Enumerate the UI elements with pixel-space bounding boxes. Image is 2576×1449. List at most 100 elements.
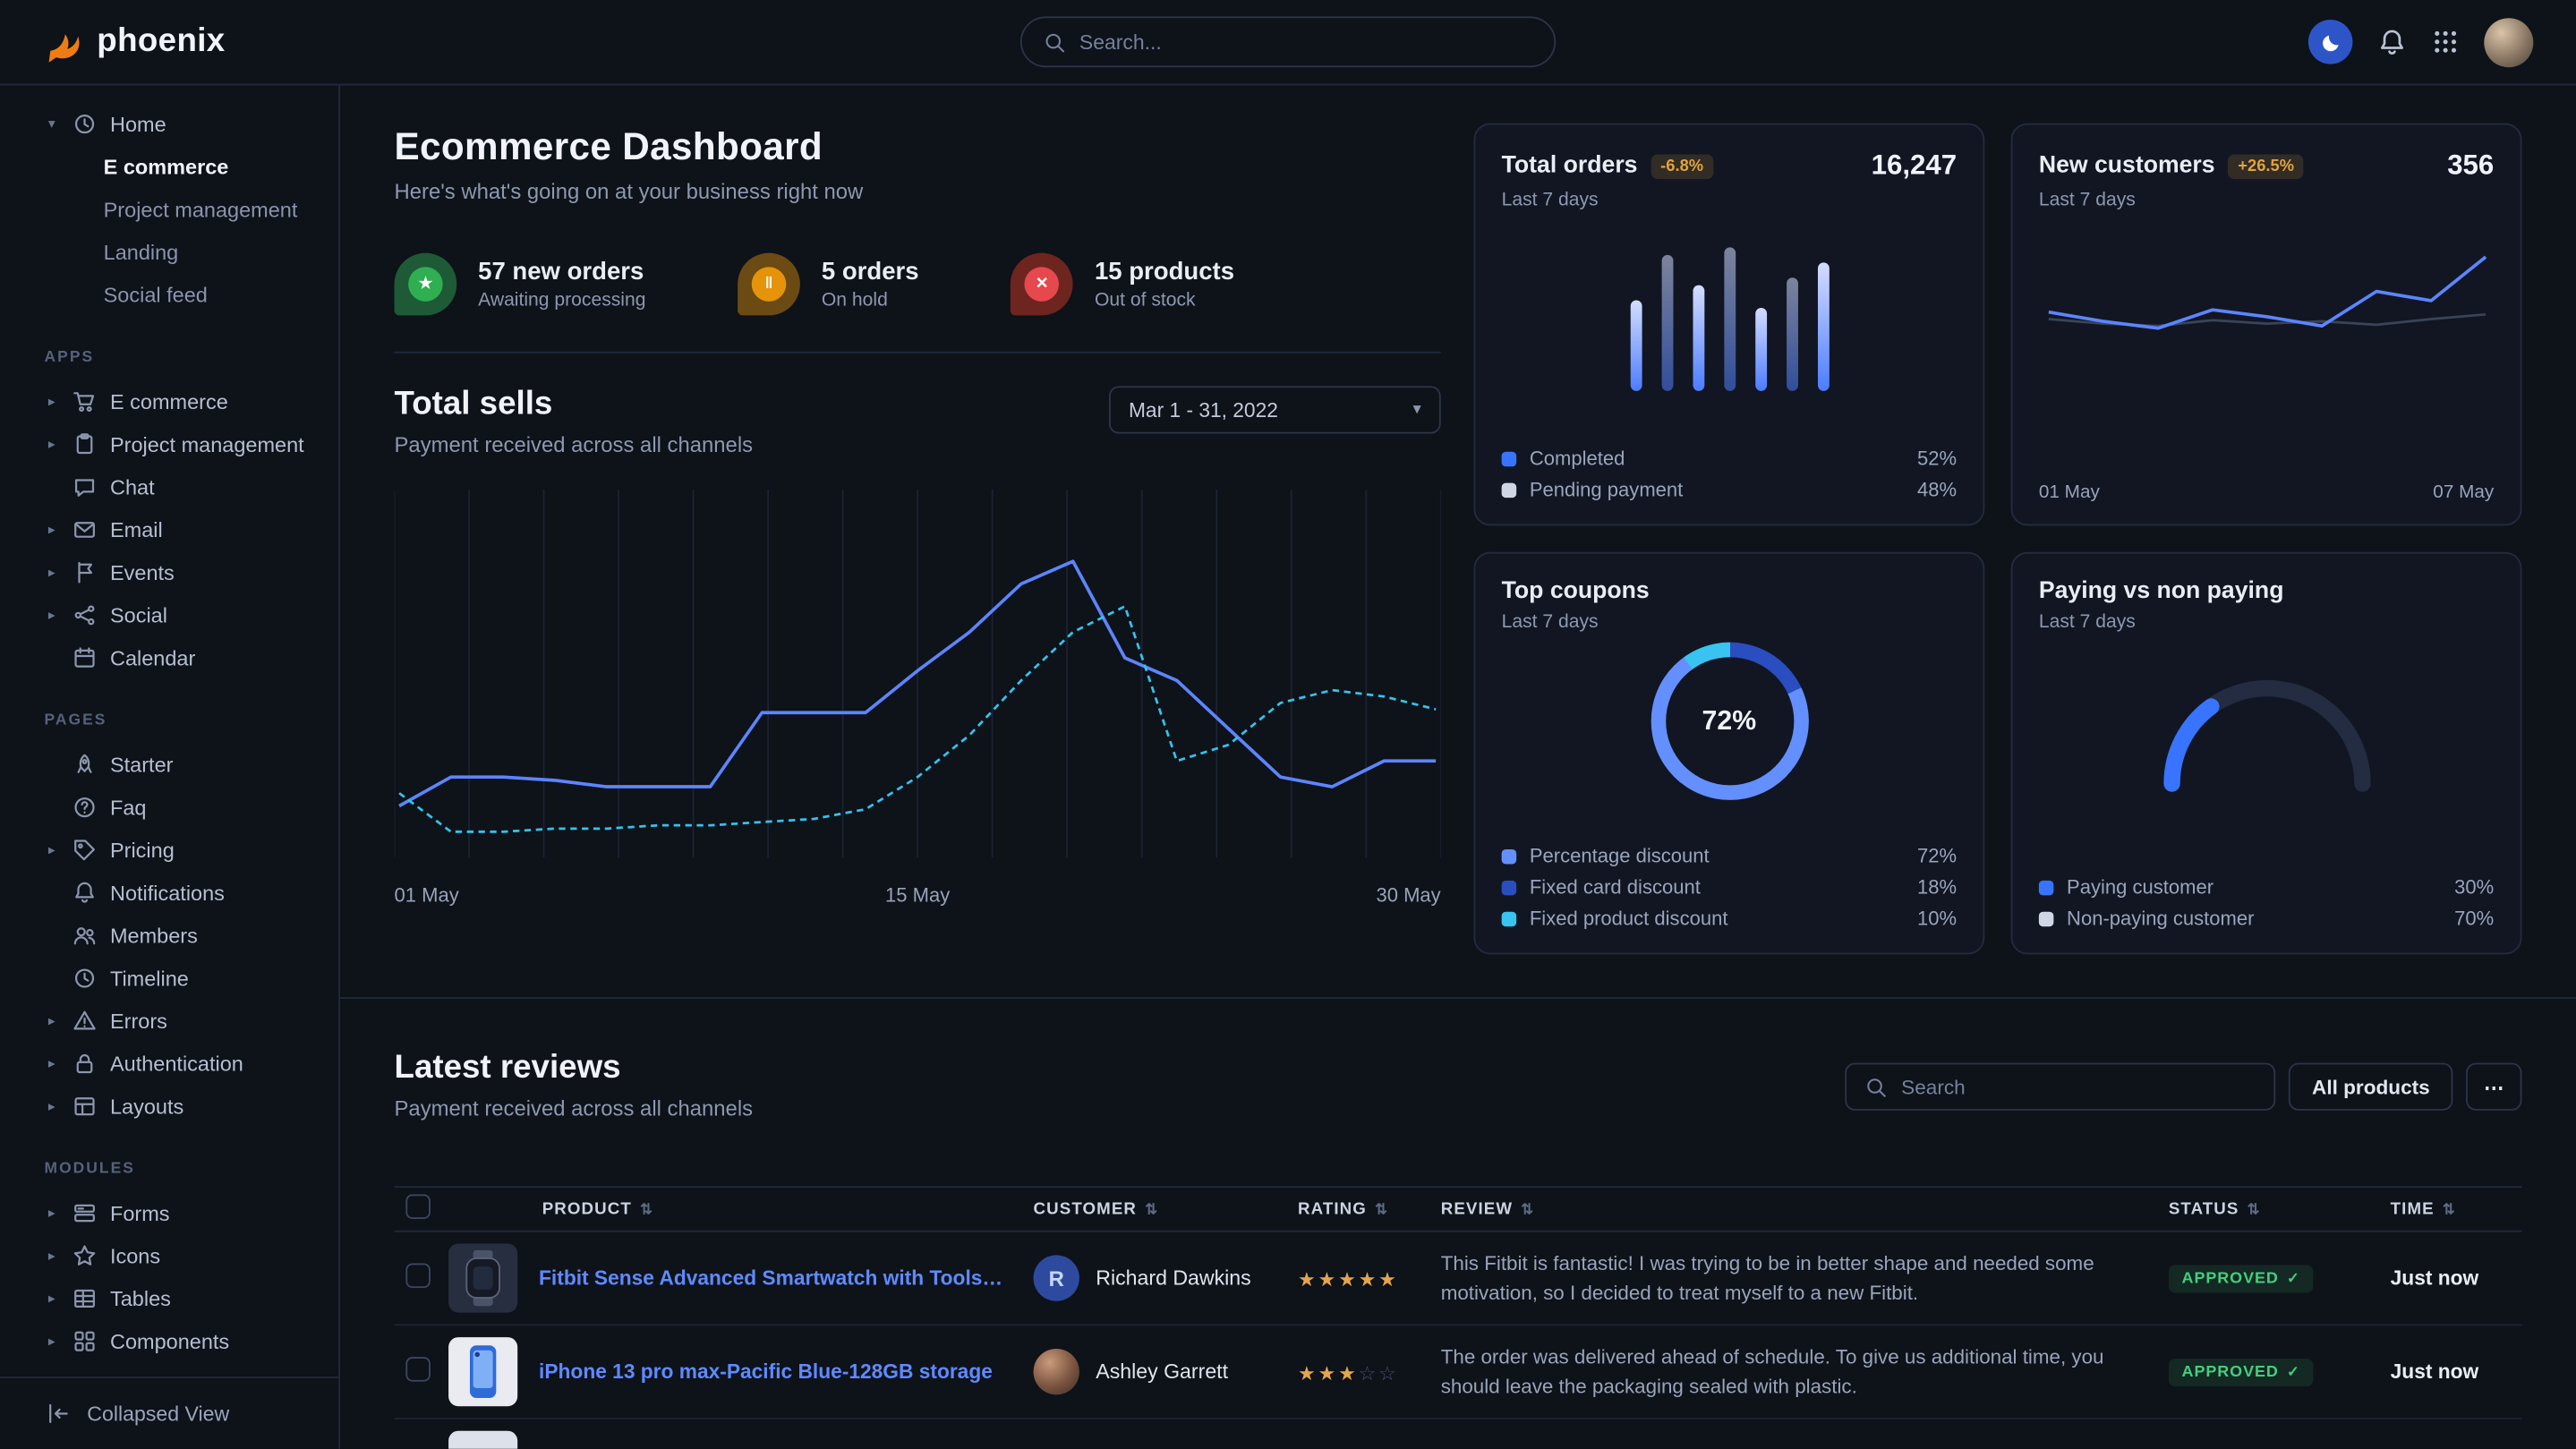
sidebar-item-layouts[interactable]: ▸Layouts xyxy=(0,1084,338,1127)
stat-value: 57 new orders xyxy=(478,258,645,286)
legend-swatch xyxy=(2039,911,2054,926)
sidebar-item-email[interactable]: ▸Email xyxy=(0,507,338,550)
stat-caption: On hold xyxy=(822,291,919,311)
apps-grid-icon xyxy=(2432,28,2460,55)
sort-icon: ⇅ xyxy=(2248,1200,2261,1218)
legend-label: Fixed product discount xyxy=(1530,907,1728,930)
sidebar-item-components[interactable]: ▸Components xyxy=(0,1319,338,1362)
caret-icon: ▸ xyxy=(45,840,60,858)
star-icon: ★ xyxy=(1318,1361,1339,1385)
apps-menu-button[interactable] xyxy=(2432,28,2460,55)
row-checkbox[interactable] xyxy=(405,1357,431,1382)
user-avatar[interactable] xyxy=(2484,17,2533,66)
sidebar-item-notifications[interactable]: Notifications xyxy=(0,871,338,914)
reviews-search[interactable] xyxy=(1846,1063,2276,1111)
legend-value: 10% xyxy=(1917,907,1957,930)
status-badge: APPROVED✓ xyxy=(2169,1359,2314,1386)
total-sells-chart xyxy=(395,486,1441,869)
table-header: PRODUCT⇅CUSTOMER⇅RATING⇅REVIEW⇅STATUS ⇅ TI… xyxy=(395,1186,2522,1232)
warning-icon xyxy=(73,1008,98,1033)
collapsed-view-toggle[interactable]: Collapsed View xyxy=(0,1377,338,1449)
notifications-button[interactable] xyxy=(2377,27,2407,56)
product-link[interactable]: Fitbit Sense Advanced Smartwatch with To… xyxy=(539,1266,1007,1290)
select-all-checkbox[interactable] xyxy=(405,1194,431,1219)
product-link[interactable]: iPhone 13 pro max-Pacific Blue-128GB sto… xyxy=(539,1360,993,1384)
sidebar-item-events[interactable]: ▸Events xyxy=(0,550,338,593)
column-label: STATUS xyxy=(2169,1200,2239,1218)
sidebar-item-social[interactable]: ▸Social xyxy=(0,593,338,636)
sidebar-subitem-landing[interactable]: Landing xyxy=(0,230,338,273)
sidebar-item-label: Layouts xyxy=(110,1094,183,1119)
all-products-button[interactable]: All products xyxy=(2289,1063,2452,1111)
date-range-select[interactable]: Mar 1 - 31, 2022 ▾ xyxy=(1109,386,1441,433)
sidebar-item-faq[interactable]: Faq xyxy=(0,785,338,828)
table-row-1: Fitbit Sense Advanced Smartwatch with To… xyxy=(395,1232,2522,1326)
x-axis-labels: 01 May07 May xyxy=(2039,483,2494,503)
customer-name: Ashley Garrett xyxy=(1096,1360,1228,1384)
sidebar-item-members[interactable]: Members xyxy=(0,914,338,957)
column-header-status[interactable]: STATUS ⇅ xyxy=(2169,1200,2391,1218)
caret-icon: ▸ xyxy=(45,1011,60,1029)
column-header-time[interactable]: TIME⇅ xyxy=(2391,1200,2522,1218)
legend-label: Percentage discount xyxy=(1530,844,1710,867)
star-icon: ★ xyxy=(1338,1361,1359,1385)
cart-icon xyxy=(73,388,98,413)
brand[interactable]: phoenix xyxy=(43,21,226,63)
global-search-input[interactable] xyxy=(1079,30,1533,54)
sidebar-item-icons[interactable]: ▸Icons xyxy=(0,1233,338,1276)
sidebar-subitem-project-management[interactable]: Project management xyxy=(0,187,338,230)
sidebar-item-label: Members xyxy=(110,923,198,948)
bell-icon xyxy=(2377,27,2407,56)
sidebar-item-calendar[interactable]: Calendar xyxy=(0,635,338,678)
column-header-customer[interactable]: CUSTOMER⇅ xyxy=(1034,1200,1299,1218)
orders-legend: Completed52%Pending payment48% xyxy=(1502,445,1957,502)
sidebar-item-home[interactable]: ▾Home xyxy=(0,102,338,145)
sidebar-item-forms[interactable]: ▸Forms xyxy=(0,1191,338,1234)
sidebar-item-project-management[interactable]: ▸Project management xyxy=(0,422,338,465)
latest-reviews-section: Latest reviews Payment received across a… xyxy=(395,1050,2522,1449)
card-period: Last 7 days xyxy=(2039,191,2494,210)
total-sells-subtitle: Payment received across all channels xyxy=(395,432,754,457)
column-header-rating[interactable]: RATING⇅ xyxy=(1298,1200,1441,1218)
legend-value: 30% xyxy=(2454,875,2494,899)
sidebar-item-timeline[interactable]: Timeline xyxy=(0,956,338,999)
collapsed-view-label: Collapsed View xyxy=(87,1402,229,1426)
sidebar-item-pricing[interactable]: ▸Pricing xyxy=(0,828,338,871)
x-axis-label: 15 May xyxy=(885,883,950,907)
rocket-icon xyxy=(73,752,98,777)
card-period: Last 7 days xyxy=(2039,613,2494,633)
sidebar-item-chat[interactable]: Chat xyxy=(0,465,338,507)
bell-icon xyxy=(73,880,98,905)
column-header-review[interactable]: REVIEW⇅ xyxy=(1441,1200,2169,1218)
sidebar-item-starter[interactable]: Starter xyxy=(0,743,338,786)
stat-text: 15 productsOut of stock xyxy=(1095,258,1234,311)
theme-toggle-button[interactable] xyxy=(2308,20,2353,64)
sidebar-subitem-e-commerce[interactable]: E commerce xyxy=(0,145,338,188)
sidebar-item-label: Components xyxy=(110,1328,229,1353)
sidebar-item-tables[interactable]: ▸Tables xyxy=(0,1276,338,1319)
reviews-search-input[interactable] xyxy=(1901,1075,2256,1098)
clock-icon xyxy=(73,965,98,990)
legend-swatch xyxy=(1502,451,1517,466)
customer-avatar xyxy=(1034,1349,1079,1394)
users-icon xyxy=(73,923,98,948)
rating-stars: ★★★★★ xyxy=(1298,1266,1441,1291)
more-options-button[interactable]: ⋯ xyxy=(2466,1063,2521,1111)
paying-gauge-chart xyxy=(2127,645,2406,797)
column-label: REVIEW xyxy=(1441,1200,1513,1218)
table-icon xyxy=(73,1285,98,1310)
sidebar-item-authentication[interactable]: ▸Authentication xyxy=(0,1042,338,1085)
row-checkbox[interactable] xyxy=(405,1263,431,1288)
legend-label: Paying customer xyxy=(2067,875,2213,899)
page-title: Ecommerce Dashboard xyxy=(395,124,1441,169)
x-axis-label: 01 May xyxy=(2039,483,2100,503)
star-icon: ☆ xyxy=(1378,1361,1399,1385)
legend-value: 52% xyxy=(1917,447,1957,470)
global-search[interactable] xyxy=(1020,16,1556,67)
sidebar-item-errors[interactable]: ▸Errors xyxy=(0,999,338,1042)
column-header-product[interactable]: PRODUCT⇅ xyxy=(448,1200,1033,1218)
components-icon xyxy=(73,1328,98,1353)
sidebar-item-e-commerce[interactable]: ▸E commerce xyxy=(0,379,338,422)
sidebar-subitem-social-feed[interactable]: Social feed xyxy=(0,273,338,316)
delta-badge: -6.8% xyxy=(1651,154,1713,179)
